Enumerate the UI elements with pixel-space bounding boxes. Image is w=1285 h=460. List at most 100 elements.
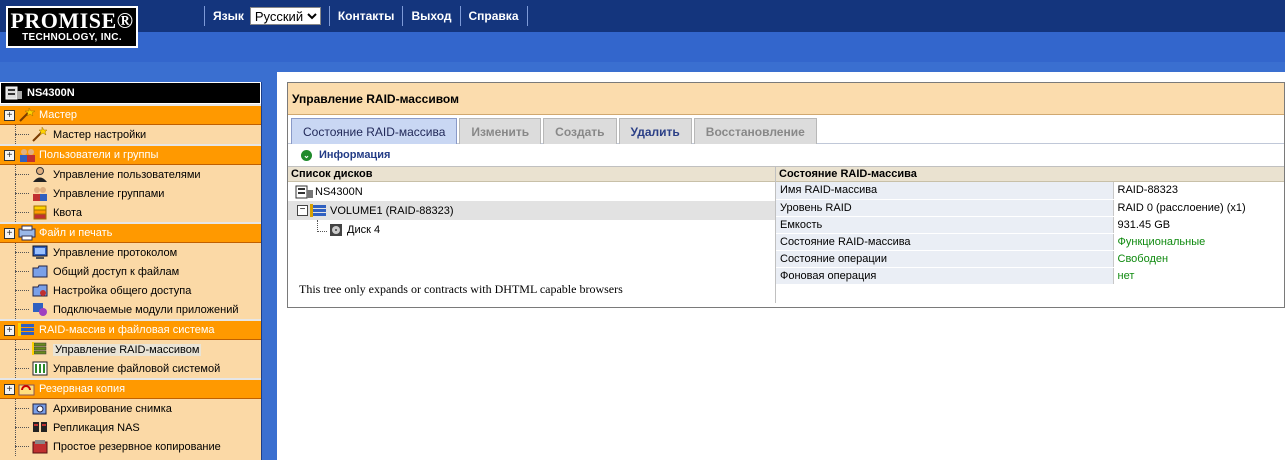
nav-logout-link[interactable]: Выход bbox=[411, 9, 451, 23]
top-bar-stripe bbox=[0, 0, 1285, 32]
tree-root[interactable]: NS4300N bbox=[288, 182, 775, 201]
sidebar-item-label: Настройка общего доступа bbox=[53, 284, 192, 297]
expand-plus-icon[interactable]: + bbox=[4, 109, 15, 121]
property-row: Фоновая операция нет bbox=[776, 267, 1284, 285]
sidebar-item-label: Репликация NAS bbox=[53, 421, 140, 434]
sidebar-group-0[interactable]: + Мастер bbox=[0, 104, 261, 125]
server-icon bbox=[295, 185, 313, 198]
property-key: Фоновая операция bbox=[776, 267, 1114, 285]
raid-properties-table: Имя RAID-массива RAID-88323 Уровень RAID RA… bbox=[776, 182, 1284, 285]
expand-plus-icon[interactable]: + bbox=[4, 324, 15, 336]
property-row: Состояние RAID-массива Функциональные bbox=[776, 233, 1284, 251]
nav-separator bbox=[402, 6, 404, 26]
expand-plus-icon[interactable]: + bbox=[4, 149, 15, 161]
sidebar-group-label: Пользователи и группы bbox=[39, 149, 159, 161]
property-key: Уровень RAID bbox=[776, 199, 1114, 217]
sidebar-item-2-2[interactable]: Настройка общего доступа bbox=[0, 281, 261, 300]
tab-bar: Состояние RAID-массива Изменить Создать … bbox=[288, 118, 1284, 144]
sidebar-item-label: Подключаемые модули приложений bbox=[53, 303, 239, 316]
sidebar-item-label: Управление группами bbox=[53, 187, 165, 200]
tab-create[interactable]: Создать bbox=[543, 118, 617, 144]
sidebar-item-1-2[interactable]: Квота bbox=[0, 203, 261, 222]
collapse-icon: ⌄ bbox=[301, 149, 312, 161]
property-value: Свободен bbox=[1113, 250, 1284, 268]
property-key: Емкость bbox=[776, 216, 1114, 234]
nav-contacts-link[interactable]: Контакты bbox=[338, 9, 395, 23]
sidebar-item-1-0[interactable]: Управление пользователями bbox=[0, 165, 261, 184]
language-select[interactable]: Русский bbox=[249, 7, 321, 25]
property-row: Уровень RAID RAID 0 (расслоение) (x1) bbox=[776, 199, 1284, 217]
sidebar-group-label: Мастер bbox=[39, 109, 78, 121]
expand-plus-icon[interactable]: + bbox=[4, 227, 15, 239]
sidebar-group-4[interactable]: + Резервная копия bbox=[0, 378, 261, 399]
plugin-icon bbox=[32, 302, 48, 317]
sidebar-group-label: Файл и печать bbox=[39, 227, 113, 239]
sidebar-group-1[interactable]: + Пользователи и группы bbox=[0, 144, 261, 165]
sidebar: NS4300N + Мастер Мастер настройки + Пользова… bbox=[0, 82, 262, 460]
tab-raid-status[interactable]: Состояние RAID-массива bbox=[291, 118, 458, 144]
tree-note: This tree only expands or contracts with… bbox=[299, 282, 623, 296]
sidebar-item-3-0[interactable]: Управление RAID-массивом bbox=[0, 340, 261, 359]
share-settings-icon bbox=[32, 283, 48, 298]
sidebar-item-label: Управление протоколом bbox=[53, 246, 178, 259]
nav-separator bbox=[526, 6, 528, 26]
sidebar-group-label: Резервная копия bbox=[39, 383, 126, 395]
sidebar-item-0-0[interactable]: Мастер настройки bbox=[0, 125, 261, 144]
raid-icon bbox=[18, 322, 36, 338]
device-header[interactable]: NS4300N bbox=[0, 82, 261, 104]
tab-delete[interactable]: Удалить bbox=[618, 118, 692, 144]
tree-expand-icon[interactable]: − bbox=[297, 205, 308, 216]
language-label: Язык bbox=[213, 9, 244, 23]
sidebar-group-3[interactable]: + RAID-массив и файловая система bbox=[0, 319, 261, 340]
property-value: RAID 0 (расслоение) (x1) bbox=[1113, 199, 1284, 217]
expand-plus-icon[interactable]: + bbox=[4, 383, 15, 395]
property-value: 931.45 GB bbox=[1113, 216, 1284, 234]
raid-panel: Управление RAID-массивом Состояние RAID-… bbox=[287, 82, 1285, 308]
sidebar-item-2-0[interactable]: Управление протоколом bbox=[0, 243, 261, 262]
info-columns: Список дисков NS4300N − VOLUME1 (RAID-88… bbox=[288, 166, 1284, 303]
nav-help-link[interactable]: Справка bbox=[469, 9, 519, 23]
disk-list-header: Список дисков bbox=[288, 167, 775, 182]
sidebar-item-2-3[interactable]: Подключаемые модули приложений bbox=[0, 300, 261, 319]
tab-restore[interactable]: Восстановление bbox=[693, 118, 817, 144]
property-key: Состояние RAID-массива bbox=[776, 233, 1114, 251]
sidebar-item-1-1[interactable]: Управление группами bbox=[0, 184, 261, 203]
logo-line1: PROMISE® bbox=[10, 8, 134, 33]
snapshot-icon bbox=[32, 401, 48, 416]
sidebar-item-4-0[interactable]: Архивирование снимка bbox=[0, 399, 261, 418]
sidebar-item-label: Общий доступ к файлам bbox=[53, 265, 180, 278]
property-row: Имя RAID-массива RAID-88323 bbox=[776, 182, 1284, 200]
main-content: Управление RAID-массивом Состояние RAID-… bbox=[277, 72, 1285, 460]
sidebar-item-2-1[interactable]: Общий доступ к файлам bbox=[0, 262, 261, 281]
info-label: Информация bbox=[319, 149, 391, 161]
replication-icon bbox=[32, 420, 48, 435]
wizard-icon bbox=[18, 107, 36, 123]
raid-status-header: Состояние RAID-массива bbox=[776, 167, 1284, 182]
sidebar-groups: + Мастер Мастер настройки + Пользователи и г… bbox=[0, 104, 261, 456]
tree-disk[interactable]: Диск 4 bbox=[288, 219, 775, 239]
folder-share-icon bbox=[32, 264, 48, 279]
backup-icon bbox=[18, 381, 36, 397]
top-nav: Язык Русский Контакты Выход Справка bbox=[196, 5, 536, 27]
sidebar-item-4-1[interactable]: Репликация NAS bbox=[0, 418, 261, 437]
property-value: RAID-88323 bbox=[1113, 182, 1284, 200]
top-bar: PROMISE® TECHNOLOGY, INC. Язык Русский К… bbox=[0, 0, 1285, 62]
device-name: NS4300N bbox=[27, 87, 75, 99]
property-key: Имя RAID-массива bbox=[776, 182, 1114, 200]
tab-modify[interactable]: Изменить bbox=[459, 118, 542, 144]
tree-volume[interactable]: − VOLUME1 (RAID-88323) bbox=[288, 201, 775, 220]
simple-backup-icon bbox=[32, 439, 48, 454]
sidebar-item-3-1[interactable]: Управление файловой системой bbox=[0, 359, 261, 378]
server-icon bbox=[5, 86, 22, 100]
setup-wizard-icon bbox=[32, 126, 48, 142]
promise-logo: PROMISE® TECHNOLOGY, INC. bbox=[6, 6, 138, 48]
panel-title: Управление RAID-массивом bbox=[288, 83, 1284, 115]
sidebar-item-label: Управление RAID-массивом bbox=[53, 343, 202, 356]
sidebar-item-4-2[interactable]: Простое резервное копирование bbox=[0, 437, 261, 456]
sidebar-group-2[interactable]: + Файл и печать bbox=[0, 222, 261, 243]
nav-separator bbox=[459, 6, 461, 26]
info-toggle[interactable]: ⌄ Информация bbox=[288, 144, 1284, 166]
property-value: нет bbox=[1113, 267, 1284, 285]
tree-disk-label: Диск 4 bbox=[347, 223, 381, 236]
nav-separator bbox=[328, 6, 330, 26]
